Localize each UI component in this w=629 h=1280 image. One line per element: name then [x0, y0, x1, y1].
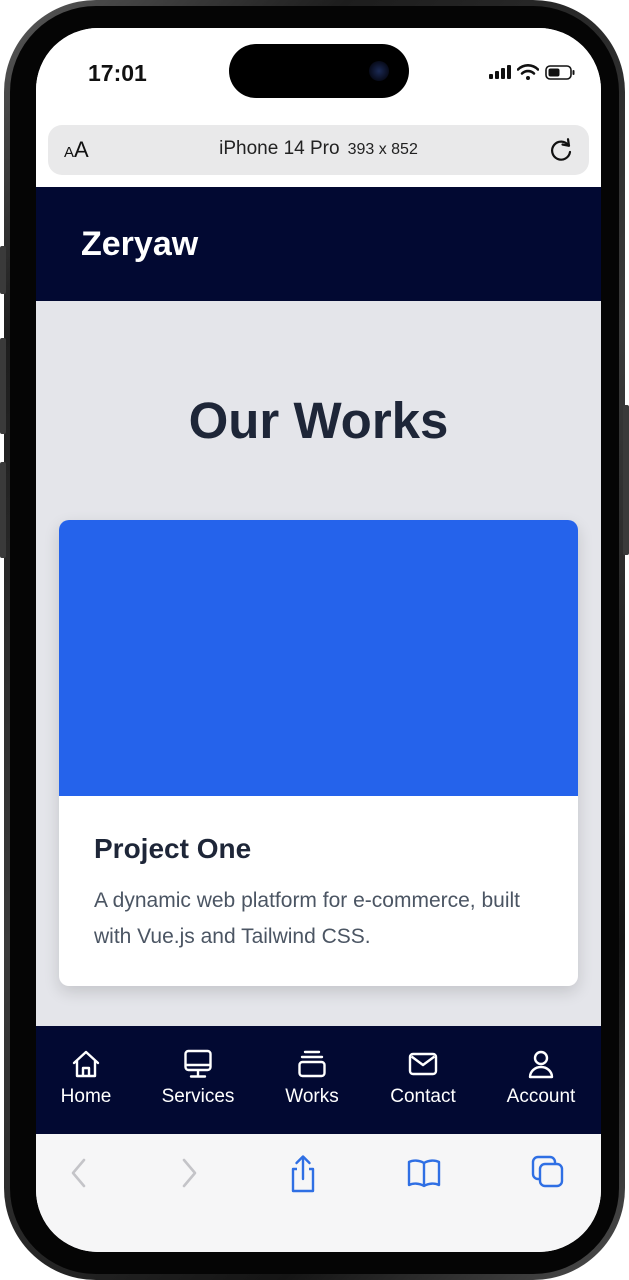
brand-logo[interactable]: Zeryaw: [81, 225, 198, 264]
nav-label-works: Works: [285, 1086, 339, 1107]
dynamic-island: [229, 44, 409, 98]
project-title: Project One: [94, 833, 252, 864]
user-icon: [528, 1050, 554, 1079]
safari-toolbar: [36, 1134, 601, 1252]
tabs-icon[interactable]: [530, 1154, 566, 1190]
back-icon[interactable]: [66, 1156, 92, 1190]
project-image: [59, 520, 578, 796]
bookmarks-icon[interactable]: [406, 1158, 442, 1188]
nav-item-services[interactable]: Services: [143, 1048, 253, 1108]
action-button: [0, 246, 6, 294]
app-header: Zeryaw: [36, 187, 601, 301]
power-button: [623, 405, 629, 555]
forward-icon[interactable]: [176, 1156, 202, 1190]
nav-label-account: Account: [506, 1086, 576, 1107]
nav-label-services: Services: [161, 1086, 235, 1107]
stack-icon: [298, 1050, 326, 1078]
nav-item-contact[interactable]: Contact: [368, 1048, 478, 1108]
project-description: A dynamic web platform for e-commerce, b…: [94, 889, 520, 948]
home-icon: [72, 1050, 100, 1078]
nav-item-home[interactable]: Home: [36, 1048, 141, 1108]
status-time: 17:01: [88, 60, 147, 86]
screen: 17:01 AA iPhone 14 Pro 393 x 852 Zeryaw …: [36, 28, 601, 1252]
nav-label-home: Home: [60, 1086, 112, 1107]
wifi-icon: [517, 64, 539, 80]
page-title: Our Works: [188, 392, 449, 449]
device-label: iPhone 14 Pro 393 x 852: [48, 138, 589, 160]
device-dimensions: 393 x 852: [347, 141, 418, 158]
volume-up-button: [0, 338, 6, 434]
phone-frame: 17:01 AA iPhone 14 Pro 393 x 852 Zeryaw …: [0, 0, 629, 1280]
monitor-icon: [184, 1049, 212, 1078]
volume-down-button: [0, 462, 6, 558]
reload-icon[interactable]: [547, 136, 575, 164]
camera-icon: [369, 61, 389, 81]
device-name: iPhone 14 Pro: [219, 138, 340, 159]
nav-item-works[interactable]: Works: [257, 1048, 367, 1108]
main-content: Our Works Project One A dynamic web plat…: [36, 301, 601, 1026]
signal-icon: [489, 65, 511, 79]
envelope-icon: [408, 1052, 438, 1076]
status-bar: 17:01: [36, 28, 601, 120]
nav-label-contact: Contact: [390, 1086, 456, 1107]
share-icon[interactable]: [286, 1154, 320, 1194]
status-icons: [489, 64, 575, 80]
battery-icon: [545, 64, 575, 80]
address-bar[interactable]: AA iPhone 14 Pro 393 x 852: [48, 125, 589, 175]
bottom-nav: Home Services Works Contact Account: [36, 1026, 601, 1134]
project-card[interactable]: Project One A dynamic web platform for e…: [59, 520, 578, 986]
nav-item-account[interactable]: Account: [486, 1048, 596, 1108]
